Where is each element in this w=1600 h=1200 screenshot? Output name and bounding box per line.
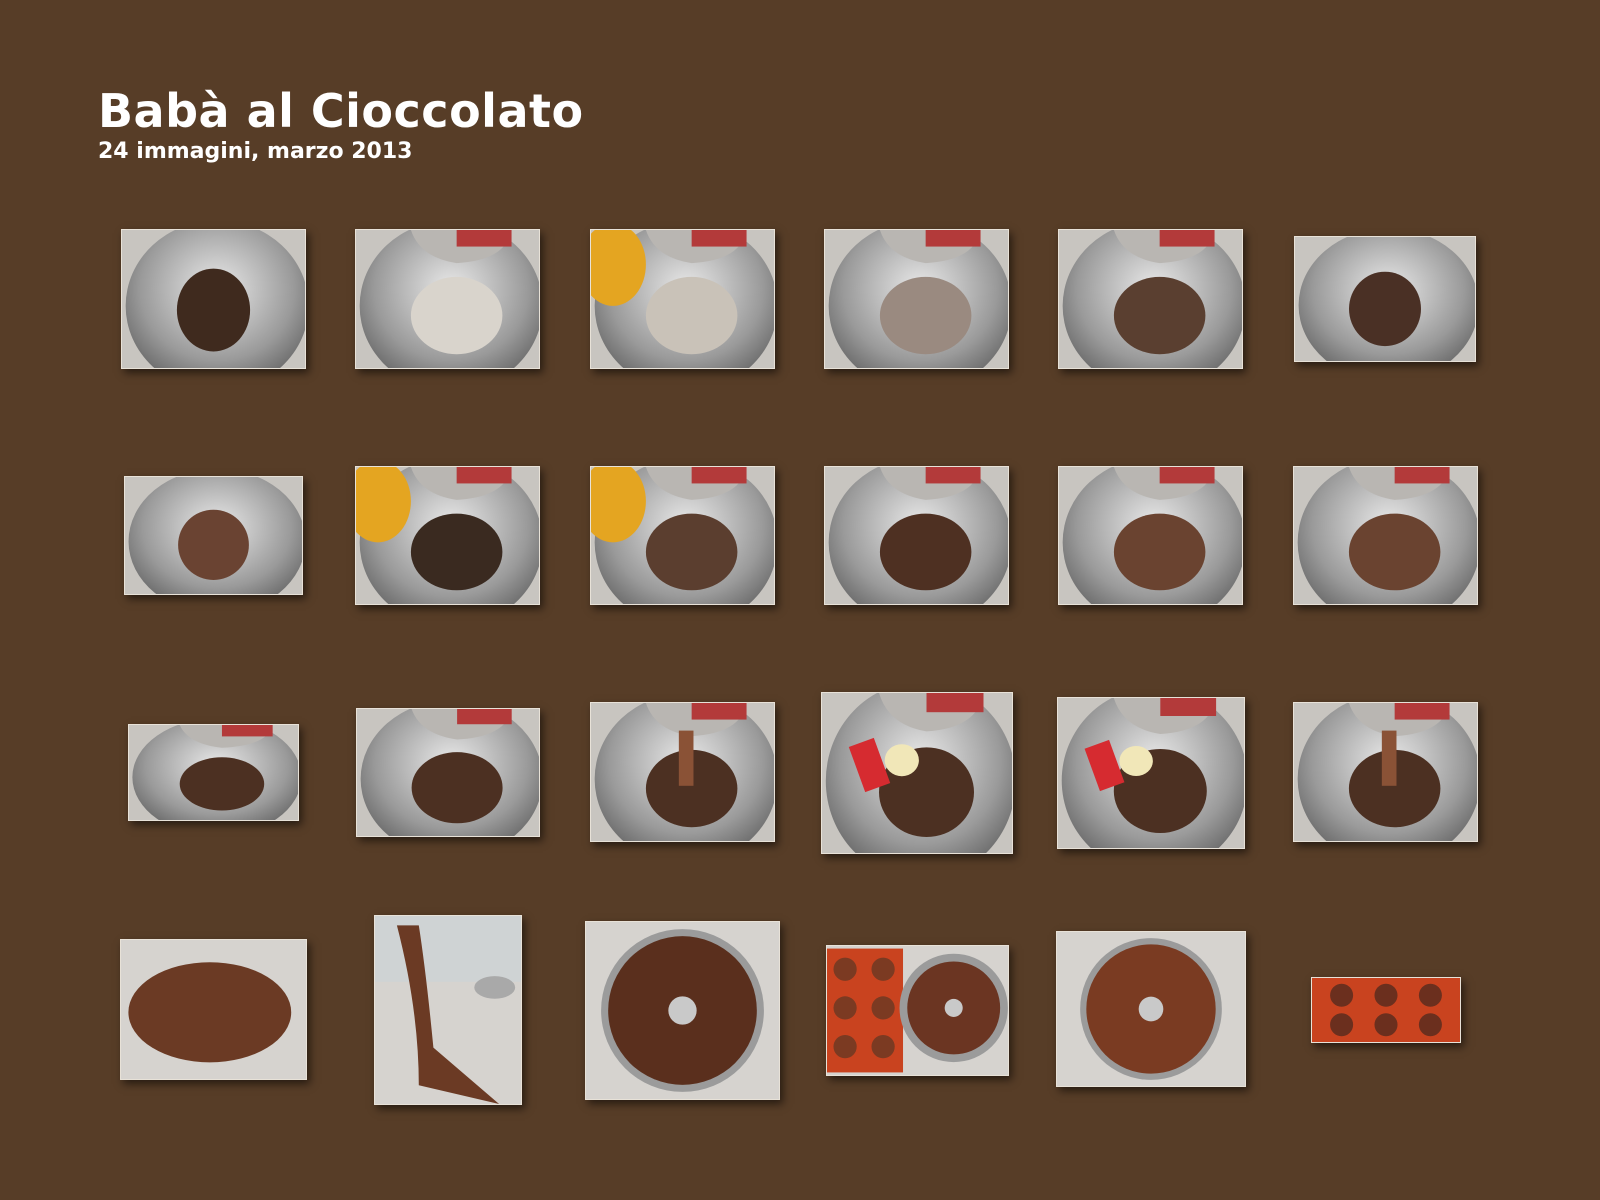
- photo-thumbnail[interactable]: [1058, 229, 1243, 369]
- photo-thumbnail[interactable]: [826, 945, 1009, 1076]
- photo-thumbnail[interactable]: [120, 939, 307, 1080]
- photo-thumbnail[interactable]: [824, 466, 1009, 605]
- photo-thumbnail[interactable]: [356, 708, 540, 837]
- photo-thumbnail[interactable]: [590, 702, 775, 842]
- photo-thumbnail[interactable]: [1293, 702, 1478, 842]
- photo-thumbnail[interactable]: [355, 229, 540, 369]
- photo-thumbnail[interactable]: [590, 466, 775, 605]
- photo-thumbnail[interactable]: [374, 915, 522, 1105]
- photo-image: [375, 916, 521, 1104]
- photo-thumbnail[interactable]: [1057, 697, 1245, 849]
- photo-image: [586, 922, 779, 1099]
- photo-image: [125, 477, 302, 594]
- photo-thumbnail[interactable]: [1294, 236, 1476, 362]
- photo-thumbnail[interactable]: [1293, 466, 1478, 605]
- photo-image: [1059, 230, 1242, 368]
- photo-thumbnail[interactable]: [590, 229, 775, 369]
- photo-image: [122, 230, 305, 368]
- photo-image: [1295, 237, 1475, 361]
- photo-image: [1294, 703, 1477, 841]
- photo-image: [1059, 467, 1242, 604]
- photo-thumbnail[interactable]: [128, 724, 299, 821]
- photo-image: [356, 230, 539, 368]
- photo-image: [357, 709, 539, 836]
- photo-image: [591, 467, 774, 604]
- photo-image: [825, 230, 1008, 368]
- photo-image: [1312, 978, 1460, 1042]
- photo-thumbnail[interactable]: [124, 476, 303, 595]
- photo-thumbnail[interactable]: [355, 466, 540, 605]
- photo-image: [356, 467, 539, 604]
- photo-image: [827, 946, 1008, 1075]
- photo-thumbnail[interactable]: [821, 692, 1013, 854]
- photo-image: [825, 467, 1008, 604]
- photo-grid: [0, 0, 1600, 1200]
- photo-thumbnail[interactable]: [121, 229, 306, 369]
- photo-thumbnail[interactable]: [1311, 977, 1461, 1043]
- photo-image: [1057, 932, 1245, 1086]
- photo-image: [129, 725, 298, 820]
- photo-image: [591, 703, 774, 841]
- photo-thumbnail[interactable]: [585, 921, 780, 1100]
- photo-image: [121, 940, 306, 1079]
- photo-thumbnail[interactable]: [824, 229, 1009, 369]
- photo-image: [1058, 698, 1244, 848]
- photo-thumbnail[interactable]: [1056, 931, 1246, 1087]
- photo-image: [1294, 467, 1477, 604]
- photo-image: [591, 230, 774, 368]
- photo-thumbnail[interactable]: [1058, 466, 1243, 605]
- photo-image: [822, 693, 1012, 853]
